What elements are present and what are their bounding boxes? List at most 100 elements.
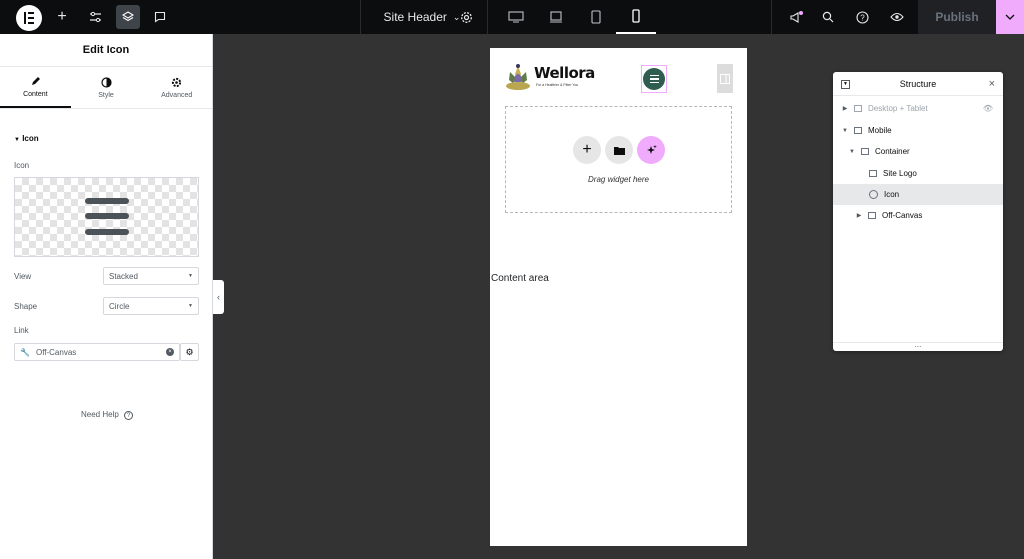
tab-advanced-label: Advanced: [161, 91, 193, 99]
section-title: Icon: [22, 134, 39, 143]
view-label: View: [14, 272, 32, 281]
add-section-button[interactable]: +: [573, 136, 601, 164]
panel-tabs: Content Style Advanced: [0, 67, 212, 109]
container-icon: [861, 148, 869, 155]
view-select[interactable]: Stacked ▼: [103, 267, 199, 285]
brand-tagline: For a Healthier & Fitter You: [536, 83, 579, 87]
site-logo[interactable]: Wellora For a Healthier & Fitter You: [505, 62, 595, 92]
widget-drop-zone[interactable]: + Drag widget here: [505, 106, 732, 213]
settings-sliders-icon[interactable]: [85, 0, 105, 34]
top-bar: + Site Header ⌄ ? Publish: [0, 0, 1024, 34]
close-icon[interactable]: ×: [989, 78, 995, 90]
gear-icon: [172, 77, 182, 87]
eye-icon[interactable]: 👁: [983, 104, 993, 113]
structure-title: Structure: [899, 78, 937, 89]
resize-handle[interactable]: ...: [833, 341, 1003, 351]
shape-select[interactable]: Circle ▼: [103, 297, 199, 315]
structure-item-label: Icon: [884, 190, 900, 199]
tablet-device-icon[interactable]: [580, 0, 612, 34]
off-canvas-icon: [868, 212, 876, 219]
structure-item-label: Desktop + Tablet: [868, 104, 928, 113]
tab-style-label: Style: [98, 91, 114, 99]
icon-picker-preview[interactable]: [14, 177, 199, 257]
structure-item-off-canvas[interactable]: ▶ Off-Canvas: [833, 205, 1003, 226]
caret-right-icon: ▶: [856, 213, 862, 219]
publish-button[interactable]: Publish: [918, 0, 996, 34]
wrench-icon: 🔧: [20, 347, 30, 357]
contrast-icon: [100, 76, 112, 88]
document-name: Site Header: [383, 10, 447, 24]
preview-eye-icon[interactable]: [886, 0, 908, 34]
link-input[interactable]: 🔧 Off-Canvas ×: [14, 343, 180, 361]
caret-down-icon: ▼: [188, 273, 193, 279]
search-icon[interactable]: [818, 0, 838, 34]
header-container[interactable]: Wellora For a Healthier & Fitter You: [490, 48, 747, 103]
tab-content[interactable]: Content: [0, 67, 71, 108]
structure-layers-icon[interactable]: [116, 5, 140, 29]
template-library-button[interactable]: [605, 136, 633, 164]
laptop-device-icon[interactable]: [540, 0, 572, 34]
structure-item-site-logo[interactable]: Site Logo: [833, 163, 1003, 184]
brand-name: Wellora: [534, 64, 595, 82]
desktop-device-icon[interactable]: [500, 0, 532, 34]
structure-item-mobile[interactable]: ▼ Mobile: [833, 120, 1003, 141]
navigator-dock-icon[interactable]: ▼: [841, 80, 850, 89]
content-area-label: Content area: [491, 273, 549, 284]
add-element-icon[interactable]: +: [52, 0, 72, 34]
page-settings-gear-icon[interactable]: [454, 0, 478, 34]
drop-zone-text: Drag widget here: [588, 175, 649, 184]
container-icon: [854, 105, 862, 112]
need-help-link[interactable]: Need Help ?: [81, 410, 134, 420]
structure-item-container[interactable]: ▼ Container: [833, 141, 1003, 162]
clear-circle-icon[interactable]: ×: [166, 348, 174, 356]
comments-icon[interactable]: [150, 0, 170, 34]
site-logo-icon: [869, 170, 877, 177]
structure-item-label: Off-Canvas: [882, 211, 923, 220]
publish-options-chevron-icon[interactable]: [996, 0, 1024, 34]
icon-label: Icon: [14, 161, 30, 170]
caret-down-icon: ▼: [14, 137, 20, 143]
menu-icon-bar: [85, 198, 129, 204]
folder-icon: [613, 146, 625, 155]
link-value: Off-Canvas: [35, 347, 77, 357]
plus-icon: +: [582, 141, 592, 158]
structure-panel: ▼ Structure × ▶ Desktop + Tablet 👁 ▼ Mob…: [833, 72, 1003, 351]
structure-item-label: Site Logo: [883, 169, 917, 178]
ai-generate-button[interactable]: [637, 136, 665, 164]
help-circle-icon: ?: [124, 411, 134, 420]
mobile-device-icon[interactable]: [616, 0, 656, 34]
caret-down-icon: ▼: [849, 148, 855, 155]
tab-content-label: Content: [23, 90, 48, 98]
structure-item-label: Container: [875, 147, 910, 156]
structure-header[interactable]: ▼ Structure ×: [833, 72, 1003, 96]
menu-icon-bar: [85, 229, 129, 235]
sparkle-icon: [646, 144, 657, 154]
whats-new-megaphone-icon[interactable]: [785, 0, 807, 34]
menu-icon-widget[interactable]: [641, 65, 667, 93]
need-help-label: Need Help: [81, 410, 119, 419]
hamburger-icon: [643, 68, 665, 90]
link-label: Link: [14, 326, 29, 335]
pencil-icon: [31, 76, 40, 85]
collapse-panel-chevron-icon[interactable]: ‹: [213, 280, 224, 314]
elementor-logo-button[interactable]: [16, 5, 42, 31]
menu-icon-bar: [85, 213, 129, 219]
tab-style[interactable]: Style: [71, 67, 142, 108]
container-icon: [854, 127, 862, 134]
caret-down-icon: ▼: [842, 127, 848, 134]
gear-icon: ⚙: [185, 346, 194, 357]
svg-text:?: ?: [860, 13, 865, 22]
tab-advanced[interactable]: Advanced: [141, 67, 212, 108]
icon-section-toggle[interactable]: ▼ Icon: [14, 134, 39, 143]
caret-down-icon: ▼: [188, 303, 193, 309]
structure-item-icon[interactable]: Icon: [833, 184, 1003, 205]
star-circle-icon: [869, 190, 878, 199]
help-icon[interactable]: ?: [852, 0, 872, 34]
elementor-logo-icon: [24, 12, 26, 24]
mobile-canvas: Wellora For a Healthier & Fitter You + D…: [490, 48, 747, 546]
off-canvas-placeholder-icon[interactable]: [717, 64, 733, 93]
structure-item-desktop-tablet[interactable]: ▶ Desktop + Tablet 👁: [833, 98, 1003, 119]
edit-panel: Edit Icon Content Style Advanced ▼ Icon …: [0, 34, 213, 559]
caret-right-icon: ▶: [842, 106, 848, 112]
link-settings-gear-icon[interactable]: ⚙: [180, 343, 199, 361]
